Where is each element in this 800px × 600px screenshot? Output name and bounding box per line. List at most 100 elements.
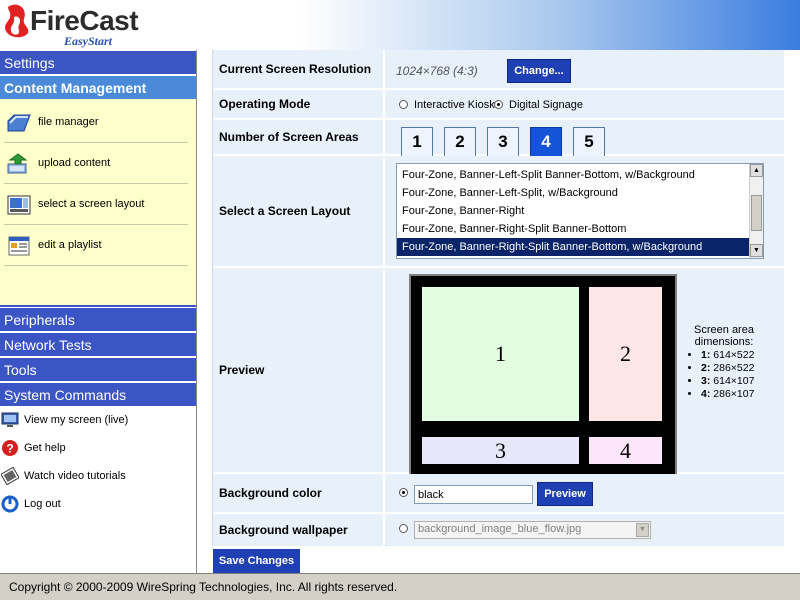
upload-icon xyxy=(7,153,28,174)
cm-item-edit-playlist[interactable]: edit a playlist xyxy=(4,226,188,266)
folder-icon xyxy=(7,114,31,132)
sys-item-label: Get help xyxy=(24,442,66,454)
layout-option[interactable]: Four-Zone, Banner-Right-Split Banner-Bot… xyxy=(397,220,751,238)
layout-option-selected[interactable]: Four-Zone, Banner-Right-Split Banner-Bot… xyxy=(397,238,751,256)
main-content: Current Screen Resolution 1024×768 (4:3)… xyxy=(198,50,800,573)
screen-layout-label: Select a Screen Layout xyxy=(213,156,385,266)
background-wallpaper-label: Background wallpaper xyxy=(213,514,385,546)
layout-icon xyxy=(7,195,31,215)
resolution-label: Current Screen Resolution xyxy=(213,50,385,88)
screen-layout-cell: Four-Zone, Banner-Left-Split Banner-Bott… xyxy=(387,156,784,266)
screen-areas-label: Number of Screen Areas xyxy=(213,120,385,154)
resolution-cell: 1024×768 (4:3) Change... xyxy=(387,50,784,88)
sys-item-label: Log out xyxy=(24,498,61,510)
wallpaper-select[interactable]: background_image_blue_flow.jpg ▼ xyxy=(414,521,651,539)
dimensions-title: Screen area dimensions: xyxy=(694,324,754,348)
monitor-icon xyxy=(1,412,19,427)
row-background-wallpaper: Background wallpaper background_image_bl… xyxy=(213,514,784,546)
radio-digital-signage[interactable] xyxy=(494,100,503,109)
listbox-scrollbar[interactable]: ▲ ▼ xyxy=(749,164,763,258)
cm-item-label: file manager xyxy=(38,116,99,128)
sys-item-view-screen[interactable]: View my screen (live) xyxy=(0,409,196,435)
radio-background-wallpaper[interactable] xyxy=(399,524,408,533)
flame-logo-icon xyxy=(5,4,29,38)
logo-subtitle: EasyStart xyxy=(64,34,113,48)
row-screen-areas: Number of Screen Areas 1 2 3 4 5 xyxy=(213,120,784,157)
preview-color-button[interactable]: Preview xyxy=(537,482,593,506)
area-button-1[interactable]: 1 xyxy=(401,127,433,157)
area-button-3[interactable]: 3 xyxy=(487,127,519,157)
sidebar: Settings Content Management file manager… xyxy=(0,50,197,573)
chevron-down-icon: ▼ xyxy=(636,523,649,537)
firecast-logo: FireCast EasyStart xyxy=(2,3,139,48)
background-wallpaper-cell: background_image_blue_flow.jpg ▼ xyxy=(387,514,784,546)
change-resolution-button[interactable]: Change... xyxy=(507,59,571,83)
background-color-input[interactable] xyxy=(414,485,533,504)
header-bar: FireCast EasyStart xyxy=(0,0,800,50)
content-management-panel: file manager upload content select a scr… xyxy=(0,99,196,307)
settings-form: Current Screen Resolution 1024×768 (4:3)… xyxy=(212,50,784,546)
radio-label: Digital Signage xyxy=(509,99,583,111)
cm-item-label: upload content xyxy=(38,157,111,169)
video-icon xyxy=(1,467,19,485)
preview-cell: 1 2 3 4 Screen area dimensions: 1: 614×5… xyxy=(387,268,784,479)
layout-option[interactable]: Four-Zone, Banner-Left-Split Banner-Bott… xyxy=(397,166,751,184)
dimension-item: 1: 614×522 xyxy=(701,349,761,362)
row-resolution: Current Screen Resolution 1024×768 (4:3)… xyxy=(213,50,784,90)
radio-background-color[interactable] xyxy=(399,488,408,497)
screen-areas-cell: 1 2 3 4 5 xyxy=(387,120,784,157)
area-button-5[interactable]: 5 xyxy=(573,127,605,157)
logo-title: FireCast xyxy=(30,5,139,36)
preview-zone-1: 1 xyxy=(422,287,579,421)
scroll-down-icon[interactable]: ▼ xyxy=(750,244,763,257)
sys-item-label: Watch video tutorials xyxy=(24,470,126,482)
preview-zone-2: 2 xyxy=(589,287,662,421)
preview-zone-4: 4 xyxy=(589,437,662,464)
layout-option[interactable]: Four-Zone, Banner-Left-Split, w/Backgrou… xyxy=(397,184,751,202)
area-button-2[interactable]: 2 xyxy=(444,127,476,157)
layout-option[interactable]: Four-Zone, Banner-Right xyxy=(397,202,751,220)
layout-preview: 1 2 3 4 xyxy=(409,274,677,479)
wallpaper-select-value: background_image_blue_flow.jpg xyxy=(418,523,582,535)
footer-copyright: Copyright © 2000-2009 WireSpring Technol… xyxy=(0,573,800,600)
save-changes-button[interactable]: Save Changes xyxy=(213,549,300,573)
operating-mode-cell: Interactive Kiosk Digital Signage xyxy=(387,90,784,118)
nav-content-management[interactable]: Content Management xyxy=(0,76,196,100)
svg-text:?: ? xyxy=(6,442,13,456)
logout-icon xyxy=(1,495,19,513)
radio-interactive-kiosk[interactable] xyxy=(399,100,408,109)
radio-label: Interactive Kiosk xyxy=(414,99,495,111)
help-icon: ? xyxy=(2,440,18,456)
cm-item-select-layout[interactable]: select a screen layout xyxy=(4,185,188,225)
cm-item-upload-content[interactable]: upload content xyxy=(4,144,188,184)
nav-tools[interactable]: Tools xyxy=(0,358,196,382)
sys-item-log-out[interactable]: Log out xyxy=(0,493,196,519)
scroll-up-icon[interactable]: ▲ xyxy=(750,164,763,177)
preview-zone-3: 3 xyxy=(422,437,579,464)
background-color-cell: Preview xyxy=(387,474,784,512)
dimension-item: 2: 286×522 xyxy=(701,362,761,375)
row-operating-mode: Operating Mode Interactive Kiosk Digital… xyxy=(213,90,784,120)
playlist-icon xyxy=(8,236,30,256)
nav-system-commands[interactable]: System Commands xyxy=(0,383,196,407)
row-background-color: Background color Preview xyxy=(213,474,784,514)
cm-item-label: edit a playlist xyxy=(38,239,102,251)
sys-item-get-help[interactable]: ? Get help xyxy=(0,437,196,463)
nav-network-tests[interactable]: Network Tests xyxy=(0,333,196,357)
dimensions-list: 1: 614×522 2: 286×522 3: 614×107 4: 286×… xyxy=(701,349,761,401)
row-preview: Preview 1 2 3 4 Screen area dimensions: … xyxy=(213,268,784,479)
sys-item-label: View my screen (live) xyxy=(24,414,129,426)
cm-item-file-manager[interactable]: file manager xyxy=(4,103,188,143)
cm-item-label: select a screen layout xyxy=(38,198,145,210)
operating-mode-label: Operating Mode xyxy=(213,90,385,118)
dimension-item: 4: 286×107 xyxy=(701,388,761,401)
area-dimensions: Screen area dimensions: 1: 614×522 2: 28… xyxy=(687,324,761,401)
nav-settings[interactable]: Settings xyxy=(0,51,196,75)
scroll-thumb[interactable] xyxy=(751,195,762,231)
resolution-value: 1024×768 (4:3) xyxy=(396,64,478,78)
area-button-4[interactable]: 4 xyxy=(530,127,562,157)
dimension-item: 3: 614×107 xyxy=(701,375,761,388)
layout-listbox[interactable]: Four-Zone, Banner-Left-Split Banner-Bott… xyxy=(396,163,764,259)
sys-item-video-tutorials[interactable]: Watch video tutorials xyxy=(0,465,196,491)
nav-peripherals[interactable]: Peripherals xyxy=(0,308,196,332)
